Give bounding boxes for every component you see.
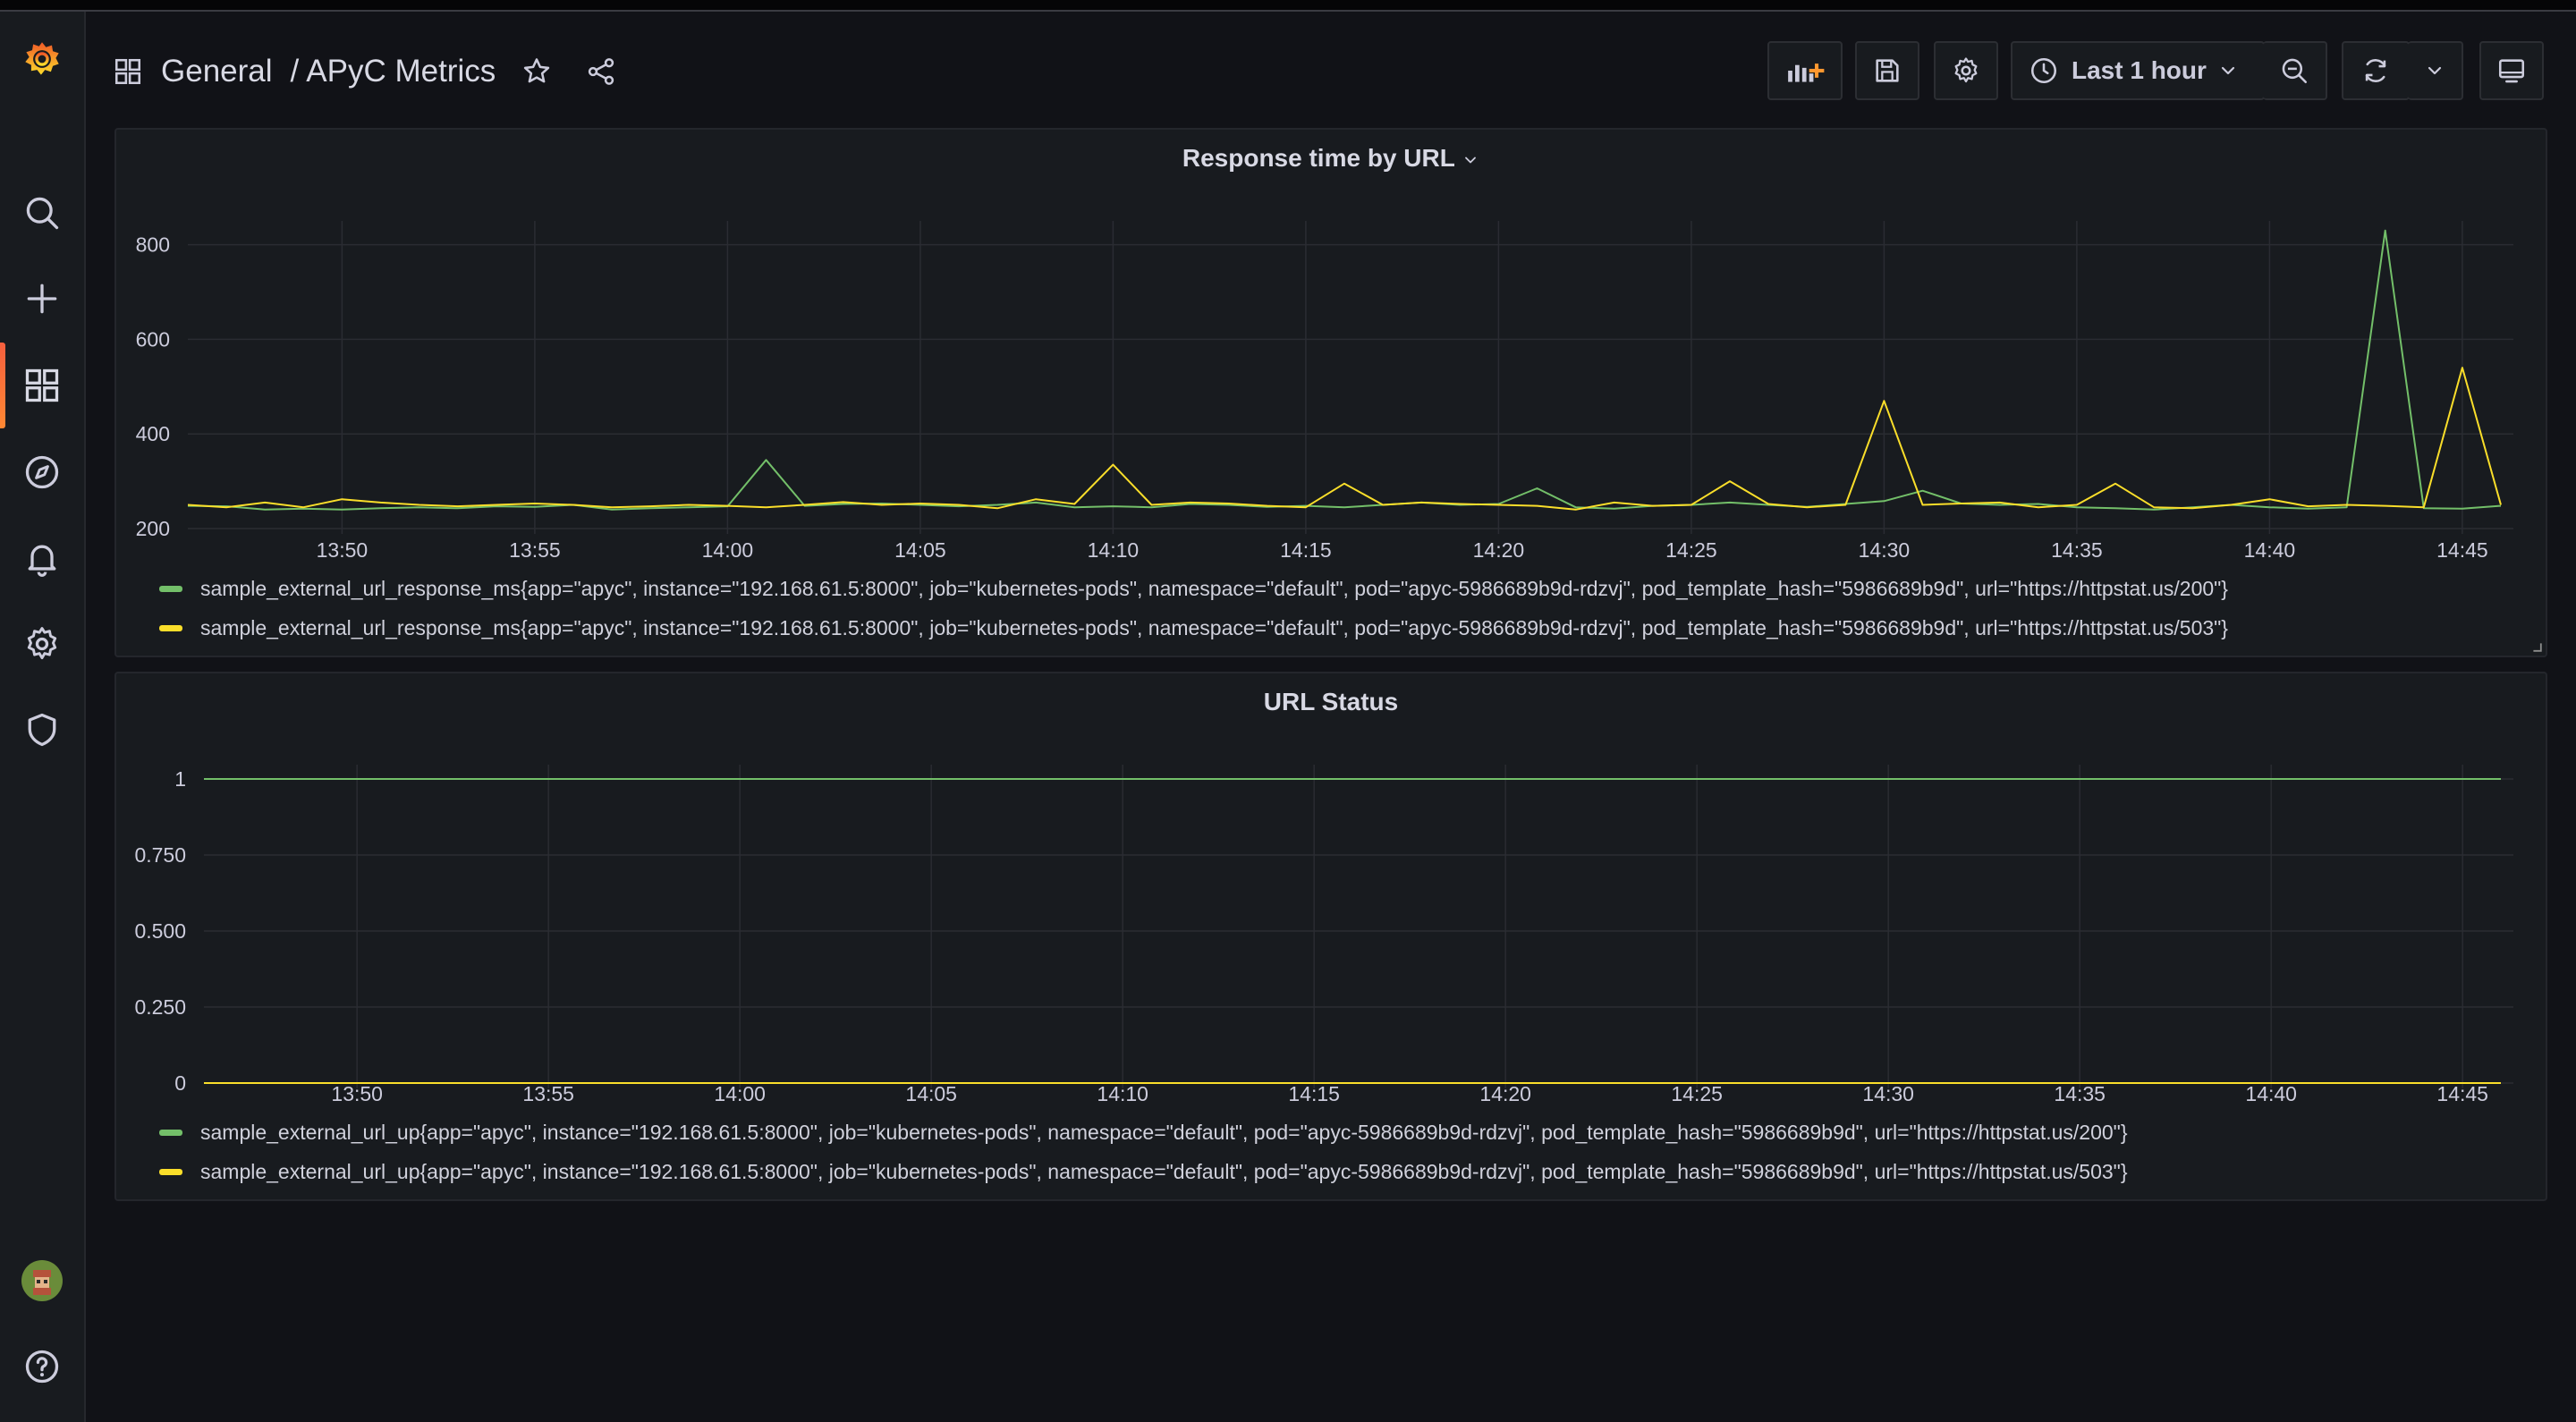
x-tick-label: 14:00: [714, 1082, 766, 1103]
x-tick-label: 14:20: [1473, 538, 1525, 559]
logo-icon: [25, 42, 59, 75]
plus-icon[interactable]: [0, 267, 84, 330]
y-tick-label: 0: [174, 1071, 186, 1095]
monitor-icon: [2498, 59, 2525, 83]
chevron-down-icon: [2221, 66, 2235, 75]
grafana-logo-icon[interactable]: [0, 28, 84, 90]
y-tick-label: 800: [136, 233, 170, 257]
zoom-out-button[interactable]: [2263, 41, 2327, 100]
response-time-chart[interactable]: 13:50 13:55 14:00 14:05 14:10 14:15 14:20 14:25…: [116, 130, 2546, 559]
explore-compass-icon[interactable]: [0, 441, 84, 504]
y-tick-label: 0.750: [134, 843, 186, 867]
avatar[interactable]: [0, 1249, 84, 1312]
x-tick-label: 14:40: [2244, 538, 2296, 559]
time-range-label: Last 1 hour: [2072, 56, 2207, 84]
x-tick-label: 13:55: [522, 1082, 574, 1103]
dashboard-settings-button[interactable]: [1934, 41, 1998, 100]
breadcrumb: General / APyC Metrics: [113, 47, 617, 96]
x-tick-label: 14:15: [1288, 1082, 1340, 1103]
dashboard-grid-icon: [114, 58, 141, 85]
x-tick-label: 14:00: [702, 538, 754, 559]
x-tick-label: 14:45: [2436, 1082, 2488, 1103]
help-icon[interactable]: [0, 1335, 84, 1398]
y-tick-label: 400: [136, 422, 170, 445]
legend-item[interactable]: sample_external_url_response_ms{app="apy…: [159, 577, 2228, 601]
gear-icon: [1954, 57, 1978, 83]
breadcrumb-folder[interactable]: General: [161, 54, 273, 89]
resize-handle-icon[interactable]: [2531, 641, 2542, 652]
x-tick-label: 14:45: [2436, 538, 2488, 559]
legend-label: sample_external_url_response_ms{app="apy…: [200, 577, 2228, 600]
x-tick-label: 14:35: [2051, 538, 2103, 559]
tv-mode-button[interactable]: [2479, 41, 2544, 100]
legend-swatch: [159, 1130, 182, 1136]
y-tick-label: 0.250: [134, 995, 186, 1019]
save-icon: [1876, 59, 1899, 82]
add-panel-button[interactable]: [1767, 41, 1843, 100]
dashboard-header: General / APyC Metrics Last 1 hour: [86, 12, 2576, 128]
panel-url-status: URL Status 13:50 13:55 14:00 14:05 14:10 14:1…: [114, 672, 2547, 1201]
search-icon[interactable]: [0, 182, 84, 244]
x-tick-label: 14:10: [1097, 1082, 1148, 1103]
refresh-icon: [2365, 59, 2386, 82]
url-status-chart[interactable]: 13:50 13:55 14:00 14:05 14:10 14:15 14:20 14:25…: [116, 673, 2546, 1103]
time-range-picker[interactable]: Last 1 hour: [2011, 41, 2265, 100]
chevron-down-icon: [2428, 66, 2442, 75]
x-tick-label: 14:20: [1479, 1082, 1531, 1103]
x-tick-label: 14:05: [894, 538, 946, 559]
save-dashboard-button[interactable]: [1855, 41, 1919, 100]
refresh-interval-dropdown[interactable]: [2408, 41, 2463, 100]
main-content: General / APyC Metrics Last 1 hour Respo…: [86, 12, 2576, 1422]
dashboards-icon[interactable]: [0, 354, 84, 417]
legend-item[interactable]: sample_external_url_up{app="apyc", insta…: [159, 1160, 2128, 1184]
x-tick-label: 14:05: [905, 1082, 957, 1103]
x-tick-label: 14:15: [1280, 538, 1332, 559]
x-tick-label: 13:50: [331, 1082, 383, 1103]
y-tick-label: 200: [136, 517, 170, 540]
legend-label: sample_external_url_up{app="apyc", insta…: [200, 1160, 2128, 1183]
share-icon[interactable]: [585, 55, 617, 88]
legend-label: sample_external_url_up{app="apyc", insta…: [200, 1121, 2128, 1144]
refresh-button[interactable]: [2342, 41, 2410, 100]
y-tick-label: 1: [174, 767, 186, 791]
y-tick-label: 0.500: [134, 919, 186, 943]
x-tick-label: 14:30: [1862, 1082, 1914, 1103]
zoom-out-icon: [2282, 58, 2308, 84]
x-tick-label: 14:25: [1665, 538, 1717, 559]
star-icon[interactable]: [521, 55, 553, 88]
legend-swatch: [159, 586, 182, 592]
legend-swatch: [159, 625, 182, 631]
legend-swatch: [159, 1169, 182, 1175]
x-tick-label: 14:30: [1859, 538, 1911, 559]
sidebar: [0, 12, 86, 1422]
shield-icon[interactable]: [0, 698, 84, 761]
legend-item[interactable]: sample_external_url_up{app="apyc", insta…: [159, 1121, 2128, 1145]
window-top-edge: [0, 0, 2576, 12]
clock-icon: [2030, 57, 2057, 84]
x-tick-label: 13:50: [317, 538, 369, 559]
x-tick-label: 14:10: [1088, 538, 1140, 559]
x-tick-label: 14:25: [1671, 1082, 1723, 1103]
legend-label: sample_external_url_response_ms{app="apy…: [200, 616, 2228, 639]
x-tick-label: 13:55: [509, 538, 561, 559]
alert-bell-icon[interactable]: [0, 527, 84, 589]
y-tick-label: 600: [136, 327, 170, 351]
x-tick-label: 14:35: [2054, 1082, 2106, 1103]
panel-response-time: Response time by URL 13:50 13:55 14:00 14:0…: [114, 128, 2547, 657]
breadcrumb-separator: /: [290, 54, 300, 89]
gear-icon[interactable]: [0, 613, 84, 675]
x-tick-label: 14:40: [2245, 1082, 2297, 1103]
dashboard-title[interactable]: APyC Metrics: [306, 54, 496, 89]
legend-item[interactable]: sample_external_url_response_ms{app="apy…: [159, 616, 2228, 640]
add-panel-icon: [1788, 63, 1825, 82]
